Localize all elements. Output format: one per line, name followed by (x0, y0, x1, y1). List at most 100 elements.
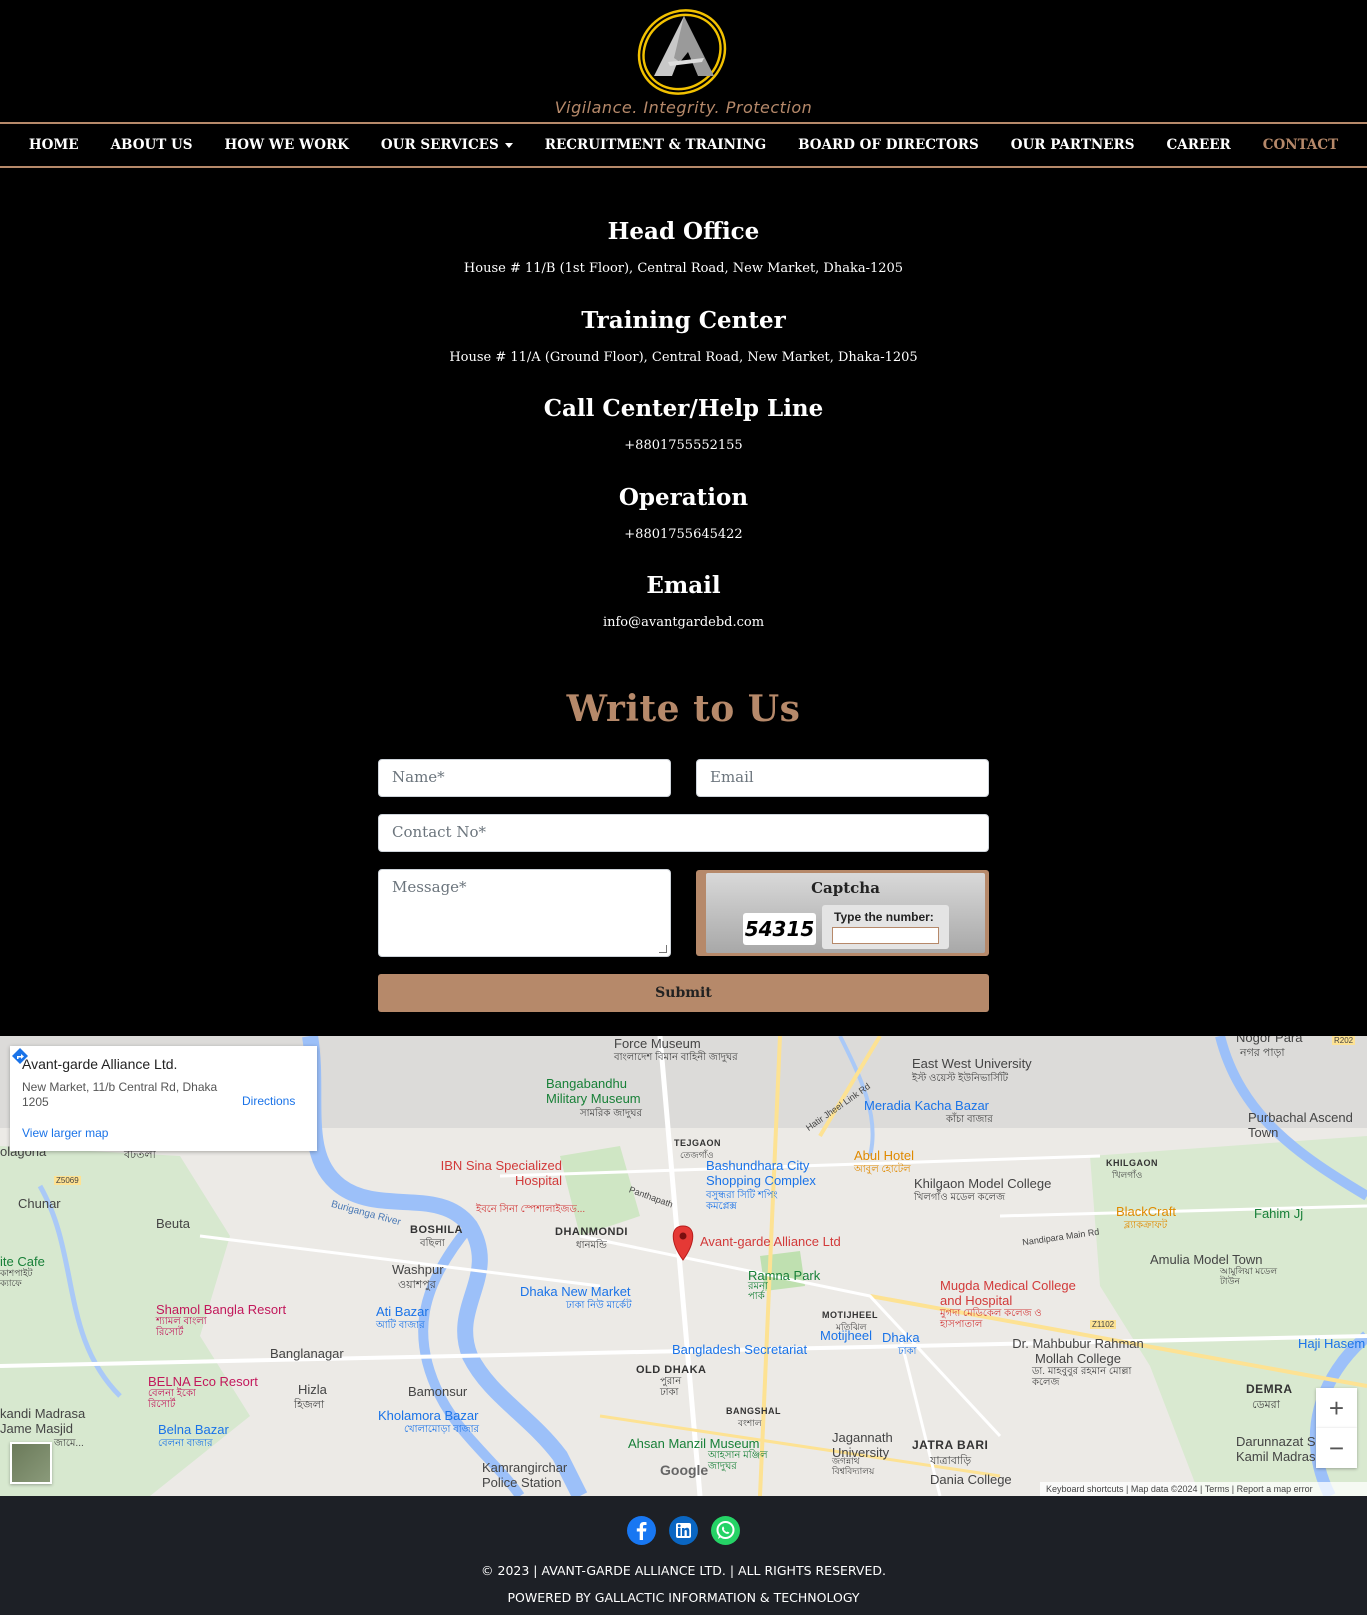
contact-no-input[interactable]: Contact No* (378, 814, 989, 852)
nav-recruitment-training[interactable]: RECRUITMENT & TRAINING (545, 137, 766, 153)
map-label-haji-hasem: Haji Hasem (1298, 1336, 1366, 1351)
nav-how-we-work-label: HOW WE WORK (224, 137, 349, 153)
map-label-jagannath-bn: জগন্নাথ বিশ্ববিদ্যালয় (832, 1456, 875, 1476)
nav-contact[interactable]: CONTACT (1263, 137, 1338, 153)
head-office-address: House # 11/B (1st Floor), Central Road, … (463, 261, 904, 276)
map-label-boshila: BOSHILA (410, 1224, 463, 1236)
company-logo[interactable] (632, 2, 732, 98)
facebook-icon[interactable] (627, 1516, 656, 1545)
map-label-kamrangirchar: Kamrangirchar Police Station (482, 1460, 568, 1490)
captcha-number: 54315 (743, 913, 816, 945)
map-label-blackcraft: BlackCraft (1116, 1204, 1176, 1219)
whatsapp-icon[interactable] (711, 1516, 740, 1545)
linkedin-icon[interactable] (669, 1516, 698, 1545)
site-header: Vigilance. Integrity. Protection (0, 0, 1367, 122)
map-label-dhaka-new-market: Dhaka New Market (520, 1284, 631, 1299)
zoom-in-button[interactable]: + (1316, 1388, 1357, 1428)
training-center-title: Training Center (581, 307, 786, 334)
map-label-old-dhaka: OLD DHAKA (636, 1364, 707, 1376)
map-label-jatra-bari-bn: যাত্রাবাড়ি (930, 1455, 972, 1467)
map-label-bangabandhu: Bangabandhu Military Museum (546, 1076, 641, 1106)
map-attribution[interactable]: Keyboard shortcuts | Map data ©2024 | Te… (1040, 1482, 1367, 1496)
map-label-belna-bn: বেলনা ইকো রিসোর্ট (148, 1388, 196, 1410)
nav-career[interactable]: CAREER (1167, 137, 1231, 153)
directions-link[interactable]: Directions (242, 1094, 295, 1108)
map-marker-label[interactable]: Avant-garde Alliance Ltd (700, 1234, 841, 1249)
submit-button[interactable]: Submit (378, 974, 989, 1012)
operation-title: Operation (618, 484, 749, 511)
training-center-address: House # 11/A (Ground Floor), Central Roa… (449, 350, 918, 365)
captcha-panel: Captcha 54315 Type the number: (706, 873, 985, 953)
operation-phone[interactable]: +8801755645422 (0, 527, 1367, 542)
map-road-z1102: Z1102 (1090, 1320, 1117, 1329)
map-label-ati-bazar-bn: আটি বাজার (376, 1320, 425, 1331)
map-label-old-dhaka-bn: পুরান ঢাকা (660, 1376, 682, 1398)
map-label-dhaka-new-market-bn: ঢাকা নিউ মার্কেট (566, 1300, 632, 1311)
captcha-box: Captcha 54315 Type the number: (696, 870, 989, 956)
email-title: Email (646, 572, 721, 599)
head-office-title: Head Office (607, 218, 760, 245)
map-label-ite-cafe: ite Cafe (0, 1254, 45, 1269)
map-label-purbachal: Purbachal Ascend Town (1248, 1110, 1353, 1140)
map-label-khilgaon-college-bn: খিলগাঁও মডেল কলেজ (914, 1192, 1006, 1203)
nav-home-label: HOME (28, 137, 79, 153)
map-label-kholamora: Kholamora Bazar (378, 1408, 479, 1423)
nav-recruitment-label: RECRUITMENT & TRAINING (544, 137, 767, 153)
map-label-khilgaon-bn: খিলগাঁও (1112, 1170, 1143, 1180)
google-map[interactable]: Force Museum বাংলাদেশ বিমান বাহিনী জাদুঘ… (0, 1036, 1367, 1496)
map-label-washpur: Washpur (392, 1262, 444, 1277)
zoom-out-button[interactable]: − (1316, 1428, 1357, 1468)
map-label-khilgaon-college: Khilgaon Model College (914, 1176, 1052, 1191)
email-section: Email info@avantgardebd.com (0, 572, 1367, 630)
map-label-motijheel-area: MOTIJHEEL (822, 1310, 879, 1320)
message-textarea[interactable]: Message* (378, 869, 671, 957)
map-info-card: Avant-garde Alliance Ltd. New Market, 11… (10, 1046, 317, 1151)
name-input[interactable]: Name* (378, 759, 671, 797)
map-label-motijheel: Motijheel (820, 1328, 873, 1343)
map-label-belna: BELNA Eco Resort (148, 1374, 258, 1389)
map-label-banglanagar: Banglanagar (270, 1346, 344, 1361)
map-label-fahim: Fahim Jj (1254, 1206, 1304, 1221)
training-center-section: Training Center House # 11/A (Ground Flo… (0, 307, 1367, 365)
helpline-phone[interactable]: +8801755552155 (0, 438, 1367, 453)
map-label-belna-bazar-bn: বেলনা বাজার (158, 1438, 213, 1449)
map-label-mahbubur: Dr. Mahbubur Rahman Mollah College (1012, 1336, 1144, 1366)
map-label-east-west-bn: ইস্ট ওয়েস্ট ইউনিভার্সিটি (912, 1073, 1009, 1084)
map-label-force-museum-bn: বাংলাদেশ বিমান বাহিনী জাদুঘর (614, 1052, 738, 1063)
resize-handle-icon[interactable] (659, 945, 667, 953)
map-label-demra: DEMRA (1246, 1382, 1293, 1396)
map-label-dhanmondi-bn: ধানমন্ডি (576, 1240, 607, 1251)
nav-our-services-dropdown[interactable]: OUR SERVICES (381, 137, 513, 153)
nav-home[interactable]: HOME (29, 137, 79, 153)
main-nav: HOME ABOUT US HOW WE WORK OUR SERVICES R… (0, 122, 1367, 168)
map-road-r202: R202 (1332, 1036, 1356, 1045)
map-label-demra-bn: ডেমরা (1252, 1399, 1280, 1411)
captcha-input[interactable] (832, 927, 939, 944)
map-label-mugda-bn: মুগদা মেডিকেল কলেজ ও হাসপাতাল (940, 1308, 1042, 1330)
map-label-abul-hotel-bn: আবুল হোটেল (854, 1164, 911, 1175)
email-address[interactable]: info@avantgardebd.com (0, 615, 1367, 630)
map-layer-toggle[interactable] (10, 1442, 52, 1484)
directions-icon[interactable] (10, 1046, 30, 1068)
email-input[interactable]: Email (696, 759, 989, 797)
map-label-amulia: Amulia Model Town (1150, 1252, 1263, 1267)
map-road-z5069: Z5069 (54, 1176, 81, 1185)
powered-by-link[interactable]: POWERED BY GALLACTIC INFORMATION & TECHN… (0, 1590, 1367, 1605)
site-footer: © 2023 | AVANT-GARDE ALLIANCE LTD. | ALL… (0, 1496, 1367, 1615)
nav-our-partners[interactable]: OUR PARTNERS (1011, 137, 1135, 153)
google-logo: Google (660, 1462, 709, 1478)
map-label-meradia-bn: কাঁচা বাজার (946, 1114, 993, 1125)
map-label-ibn-sina: IBN Sina Specialized Hospital (440, 1158, 562, 1188)
nav-board-of-directors[interactable]: BOARD OF DIRECTORS (798, 137, 979, 153)
view-larger-map-link[interactable]: View larger map (22, 1126, 108, 1140)
nav-about-us[interactable]: ABOUT US (111, 137, 193, 153)
head-office-section: Head Office House # 11/B (1st Floor), Ce… (0, 218, 1367, 276)
map-label-secretariat: Bangladesh Secretariat (672, 1342, 808, 1357)
nav-how-we-work[interactable]: HOW WE WORK (225, 137, 349, 153)
nav-our-services-label: OUR SERVICES (380, 137, 499, 153)
map-label-dhaka: Dhaka (882, 1330, 920, 1345)
tagline: Vigilance. Integrity. Protection (554, 98, 813, 117)
helpline-title: Call Center/Help Line (543, 395, 824, 422)
nav-career-label: CAREER (1166, 137, 1231, 153)
captcha-entry: Type the number: (822, 905, 949, 949)
